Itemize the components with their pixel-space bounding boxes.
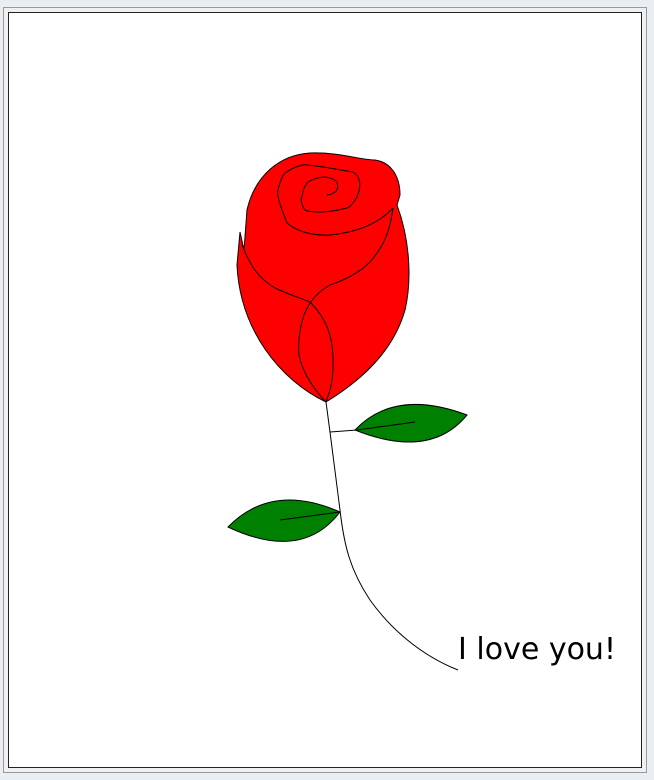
love-message: I love you!	[458, 632, 616, 667]
lower-leaf	[227, 499, 341, 542]
leaf-branch	[329, 429, 358, 433]
upper-leaf	[354, 403, 468, 443]
rose-bloom	[236, 152, 410, 403]
stem	[325, 401, 459, 671]
